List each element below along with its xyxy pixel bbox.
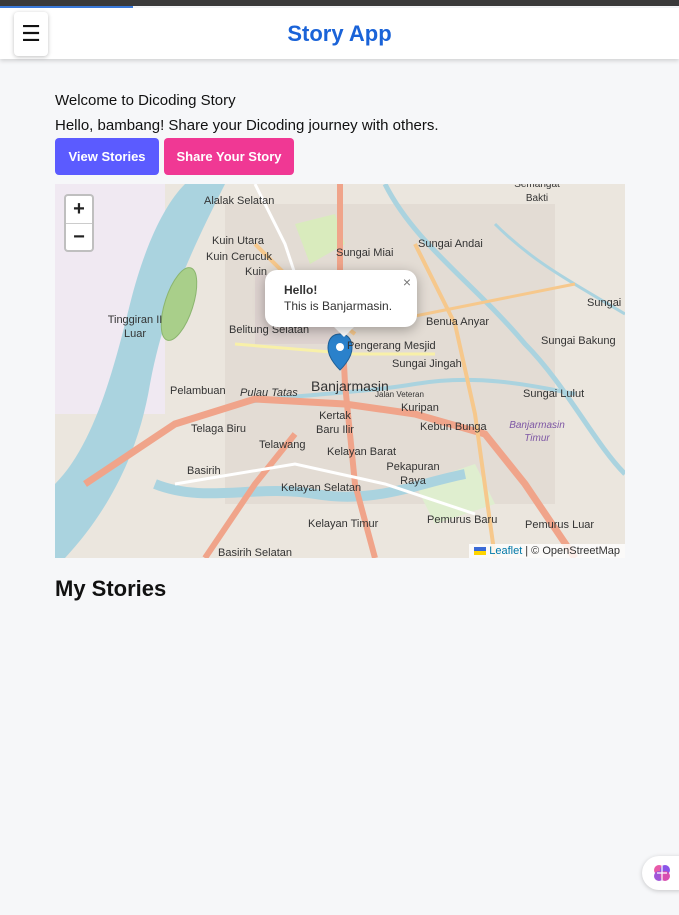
map-label: Basirih <box>187 465 221 477</box>
popup-close-icon[interactable]: × <box>403 274 411 290</box>
map-popup: × Hello! This is Banjarmasin. <box>265 270 417 327</box>
map-label: Tinggiran II Luar <box>107 314 163 340</box>
welcome-text: Welcome to Dicoding Story <box>55 92 236 109</box>
map-label: Sungai Miai <box>336 247 394 259</box>
my-stories-heading: My Stories <box>55 576 167 601</box>
assistant-button[interactable] <box>642 856 679 890</box>
ukraine-flag-icon <box>474 547 487 555</box>
app-header: Story App <box>0 8 679 59</box>
map-label: Sungai Bakung <box>541 335 616 347</box>
popup-title: Hello! <box>284 283 318 297</box>
map-label: Banjarmasin Timur <box>509 420 565 444</box>
map-tiles <box>55 184 625 558</box>
zoom-out-button[interactable]: − <box>66 224 92 251</box>
map-label: Pelambuan <box>170 385 226 397</box>
map-label: Sungai <box>587 297 622 309</box>
popup-body: This is Banjarmasin. <box>284 299 393 313</box>
view-stories-button[interactable]: View Stories <box>55 138 159 175</box>
greeting-text: Hello, bambang! Share your Dicoding jour… <box>55 117 439 134</box>
map-label: Semangat Bakti <box>514 184 560 204</box>
map-label: Basirih Selatan <box>218 547 292 558</box>
app-title: Story App <box>287 21 392 46</box>
map-label: Telawang <box>259 439 306 451</box>
share-story-button[interactable]: Share Your Story <box>164 138 294 175</box>
osm-attribution: | © OpenStreetMap <box>525 545 620 557</box>
map-label: Kertak Baru Ilir <box>316 410 354 436</box>
map-label: Kuripan <box>401 402 439 414</box>
map-label: Kuin <box>245 266 268 278</box>
leaflet-link[interactable]: Leaflet <box>489 545 522 557</box>
map-label: Kelayan Barat <box>327 446 397 458</box>
map-label: Pemurus Luar <box>525 519 595 531</box>
map-label: Sungai Lulut <box>523 388 585 400</box>
map-label: Pengerang Mesjid <box>347 340 436 352</box>
map-attribution: Leaflet | © OpenStreetMap <box>469 544 625 558</box>
menu-button[interactable]: ☰ <box>14 12 48 56</box>
map-label: Kuin Cerucuk <box>206 251 273 263</box>
map-label: Jalan Veteran <box>375 390 424 399</box>
map-label: Alalak Selatan <box>204 195 275 207</box>
map-label: Sungai Jingah <box>392 358 462 370</box>
map-label: Sungai Andai <box>418 238 483 250</box>
map-label: Pemurus Baru <box>427 514 498 526</box>
brain-icon <box>654 865 670 881</box>
zoom-control: + − <box>64 194 94 252</box>
hamburger-icon: ☰ <box>21 21 41 46</box>
map-label: Kebun Bunga <box>420 421 487 433</box>
map-label: Telaga Biru <box>191 423 247 435</box>
story-map[interactable]: Alalak Selatan Semangat Bakti Kuin Utara… <box>55 184 625 558</box>
map-label: Kelayan Timur <box>308 518 379 530</box>
map-label: Kelayan Selatan <box>281 482 362 494</box>
map-label: Benua Anyar <box>426 316 489 328</box>
zoom-in-button[interactable]: + <box>66 196 92 224</box>
map-label: Pekapuran Raya <box>386 461 440 487</box>
map-label: Pulau Tatas <box>240 387 298 399</box>
map-label: Kuin Utara <box>212 235 264 247</box>
